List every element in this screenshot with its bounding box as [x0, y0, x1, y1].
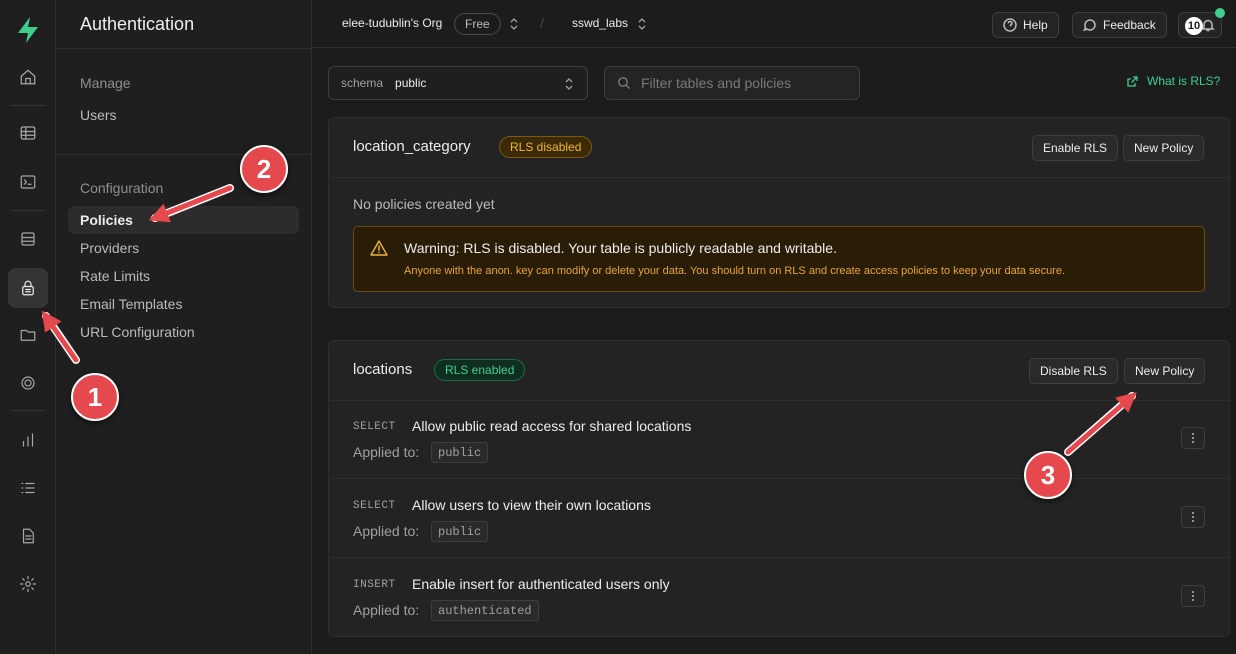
policy-command: SELECT	[353, 500, 396, 512]
table-card-location-category: location_category RLS disabled Enable RL…	[328, 117, 1230, 308]
auth-sidebar: Authentication Manage Users Configuratio…	[56, 0, 312, 654]
disable-rls-button[interactable]: Disable RLS	[1029, 358, 1118, 384]
search-icon	[618, 77, 630, 89]
bell-icon	[1201, 19, 1215, 32]
sidebar-item-url-configuration[interactable]: URL Configuration	[68, 318, 299, 346]
feedback-label: Feedback	[1103, 18, 1156, 32]
applied-to-label: Applied to:	[353, 602, 420, 618]
policy-menu-button[interactable]	[1181, 585, 1205, 607]
schema-selector[interactable]: schema public	[328, 66, 588, 100]
notification-dot	[1215, 8, 1225, 18]
rail-divider	[10, 210, 46, 211]
manage-group-label: Manage	[80, 75, 131, 91]
top-bar: elee-tudublin's Org Free / sswd_labs Hel…	[312, 0, 1236, 48]
more-vertical-icon	[1192, 591, 1194, 601]
sidebar-item-email-templates[interactable]: Email Templates	[68, 290, 299, 318]
notifications-button[interactable]: 10	[1178, 8, 1225, 38]
sidebar-item-providers[interactable]: Providers	[68, 234, 299, 262]
policy-row[interactable]: INSERT Enable insert for authenticated u…	[329, 559, 1229, 636]
applied-to-label: Applied to:	[353, 523, 420, 539]
schema-key: schema	[341, 76, 384, 90]
table-name: location_category	[353, 138, 471, 155]
sidebar-item-policies[interactable]: Policies	[68, 206, 299, 234]
warning-body: Anyone with the anon. key can modify or …	[404, 265, 1066, 277]
table-editor-icon[interactable]	[16, 121, 40, 145]
policy-command: INSERT	[353, 579, 396, 591]
enable-rls-button[interactable]: Enable RLS	[1032, 135, 1119, 161]
database-icon[interactable]	[16, 227, 40, 251]
annotation-badge-1: 1	[71, 373, 119, 421]
rls-status-badge: RLS disabled	[499, 136, 593, 158]
empty-policies-text: No policies created yet	[353, 196, 495, 212]
home-icon[interactable]	[16, 65, 40, 89]
feedback-button[interactable]: Feedback	[1072, 12, 1167, 38]
breadcrumb-separator: /	[540, 15, 544, 31]
sidebar-title: Authentication	[80, 14, 195, 34]
policy-row[interactable]: SELECT Allow users to view their own loc…	[329, 480, 1229, 558]
logs-icon[interactable]	[16, 476, 40, 500]
more-vertical-icon	[1192, 433, 1194, 443]
schema-value: public	[395, 76, 427, 90]
annotation-badge-3: 3	[1024, 451, 1072, 499]
feedback-icon	[1083, 19, 1096, 32]
project-chevron-icon[interactable]	[638, 17, 646, 31]
settings-icon[interactable]	[16, 572, 40, 596]
docs-icon[interactable]	[16, 524, 40, 548]
what-is-rls-label: What is RLS?	[1147, 74, 1221, 88]
new-policy-button[interactable]: New Policy	[1123, 135, 1205, 161]
auth-lock-icon[interactable]	[8, 268, 48, 308]
sidebar-item-rate-limits[interactable]: Rate Limits	[68, 262, 299, 290]
policy-command: SELECT	[353, 421, 396, 433]
policy-menu-button[interactable]	[1181, 427, 1205, 449]
policy-role-tag: authenticated	[431, 600, 539, 621]
sidebar-divider	[56, 48, 312, 49]
supabase-logo-icon[interactable]	[15, 16, 41, 44]
policy-name: Allow public read access for shared loca…	[412, 418, 692, 434]
sql-editor-icon[interactable]	[16, 170, 40, 194]
configuration-group-label: Configuration	[80, 180, 164, 196]
table-card-header: location_category RLS disabled Enable RL…	[329, 118, 1229, 178]
policy-role-tag: public	[431, 442, 489, 463]
warning-title: Warning: RLS is disabled. Your table is …	[404, 240, 837, 256]
help-icon	[1003, 18, 1017, 32]
plan-badge: Free	[454, 13, 501, 35]
table-card-header: locations RLS enabled Disable RLS New Po…	[329, 341, 1229, 401]
filter-input[interactable]	[641, 75, 841, 91]
external-link-icon	[1127, 75, 1138, 87]
help-label: Help	[1023, 18, 1048, 32]
help-button[interactable]: Help	[992, 12, 1059, 38]
policies-main: schema public What is RLS? location_cate…	[312, 48, 1236, 654]
rls-status-badge: RLS enabled	[434, 359, 526, 381]
rail-divider	[10, 410, 46, 411]
policy-name: Enable insert for authenticated users on…	[412, 576, 670, 592]
policy-row[interactable]: SELECT Allow public read access for shar…	[329, 401, 1229, 479]
org-selector[interactable]: elee-tudublin's Org	[342, 16, 442, 30]
more-vertical-icon	[1192, 512, 1194, 522]
policy-role-tag: public	[431, 521, 489, 542]
warning-icon	[370, 240, 388, 256]
new-policy-button[interactable]: New Policy	[1124, 358, 1206, 384]
what-is-rls-link[interactable]: What is RLS?	[1126, 74, 1220, 88]
annotation-badge-2: 2	[240, 145, 288, 193]
rail-divider	[10, 105, 46, 106]
applied-to-label: Applied to:	[353, 444, 420, 460]
realtime-icon[interactable]	[16, 371, 40, 395]
table-name: locations	[353, 361, 413, 378]
org-chevron-icon[interactable]	[510, 17, 518, 31]
policy-menu-button[interactable]	[1181, 506, 1205, 528]
schema-chevron-icon	[565, 78, 573, 90]
table-card-locations: locations RLS enabled Disable RLS New Po…	[328, 340, 1230, 637]
reports-icon[interactable]	[16, 428, 40, 452]
storage-icon[interactable]	[16, 323, 40, 347]
sidebar-item-users[interactable]: Users	[68, 101, 299, 129]
project-selector[interactable]: sswd_labs	[572, 16, 628, 30]
filter-box	[604, 66, 860, 100]
icon-rail	[0, 0, 56, 654]
rls-warning-alert: Warning: RLS is disabled. Your table is …	[353, 226, 1205, 292]
policy-name: Allow users to view their own locations	[412, 497, 651, 513]
